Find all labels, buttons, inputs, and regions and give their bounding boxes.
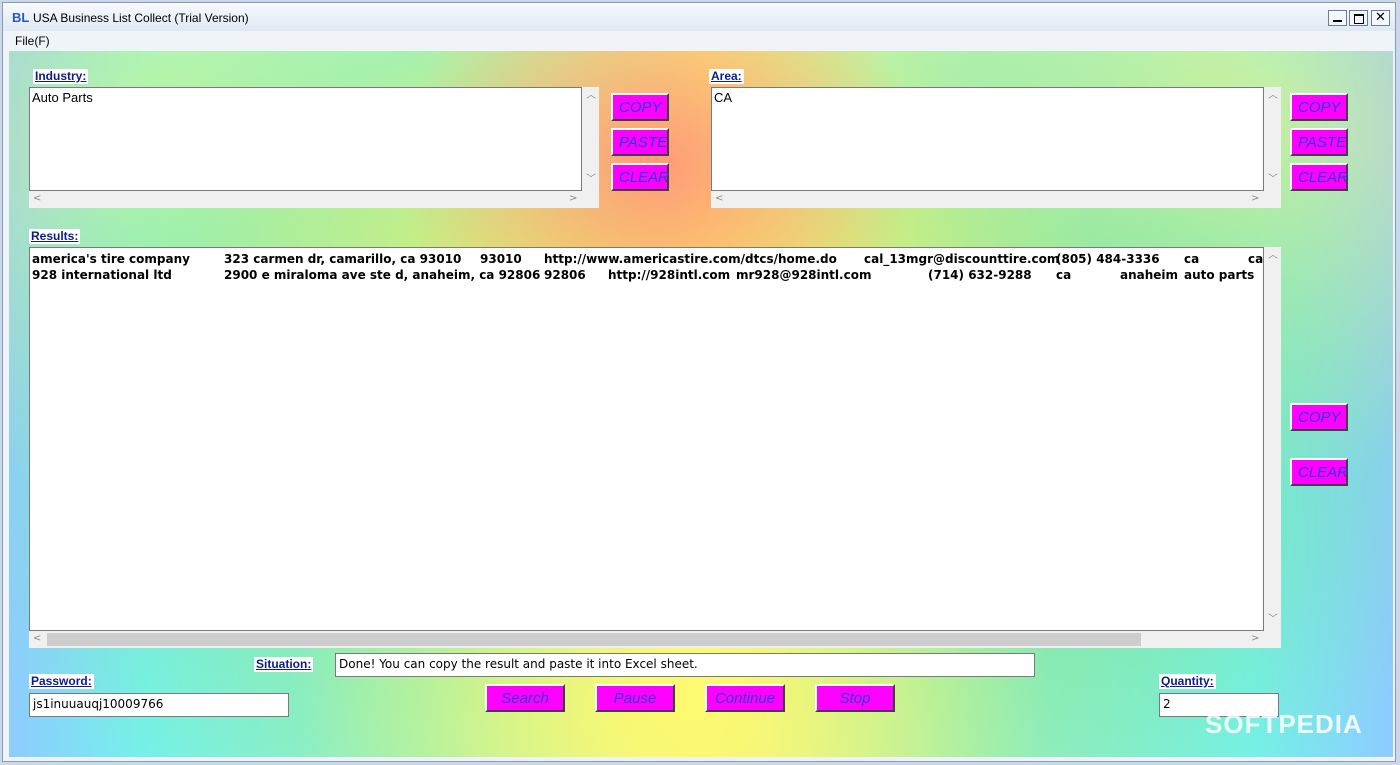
result-state: ca <box>1056 268 1072 282</box>
pause-button[interactable]: Pause <box>595 684 675 712</box>
result-state: ca <box>1184 252 1200 266</box>
results-copy-button[interactable]: COPY <box>1290 403 1348 431</box>
result-phone: (714) 632-9288 <box>928 268 1032 282</box>
menu-bar: File(F) <box>3 31 1395 51</box>
result-url: http://www.americastire.com/dtcs/home.do <box>544 252 837 266</box>
stop-button[interactable]: Stop <box>815 684 895 712</box>
area-value: CA <box>714 90 733 105</box>
window-title: USA Business List Collect (Trial Version… <box>33 11 249 25</box>
scroll-up-icon[interactable]: ︿ <box>1268 251 1278 261</box>
close-icon[interactable] <box>1371 10 1390 26</box>
results-vscroll[interactable]: ︿ ﹀ <box>1264 247 1281 631</box>
table-row: 928 international ltd 2900 e miraloma av… <box>32 268 1262 284</box>
result-name: 928 international ltd <box>32 268 172 282</box>
scroll-down-icon[interactable]: ﹀ <box>586 175 596 185</box>
result-phone: (805) 484-3336 <box>1056 252 1160 266</box>
result-address: 2900 e miraloma ave ste d, anaheim, ca 9… <box>224 268 541 282</box>
scroll-up-icon[interactable]: ︿ <box>586 91 596 101</box>
scroll-right-icon[interactable]: > <box>1251 194 1259 204</box>
result-email: cal_13mgr@discounttire.com <box>864 252 1060 266</box>
result-city: ca <box>1248 252 1264 266</box>
app-logo-icon: BL <box>12 10 30 25</box>
watermark-logo: SOFTPEDIA <box>1205 709 1363 739</box>
area-textarea[interactable]: CA <box>711 87 1264 191</box>
scroll-left-icon[interactable]: < <box>33 634 41 644</box>
area-paste-button[interactable]: PASTE <box>1290 128 1348 156</box>
results-clear-button[interactable]: CLEAR <box>1290 458 1348 486</box>
industry-textarea[interactable]: Auto Parts <box>29 87 582 191</box>
situation-field: Done! You can copy the result and paste … <box>335 653 1035 677</box>
result-zip: 93010 <box>480 252 522 266</box>
main-panel: Industry: Auto Parts ︿ ﹀ < > COPY PASTE … <box>9 51 1393 757</box>
results-textarea[interactable]: america's tire company 323 carmen dr, ca… <box>29 247 1264 631</box>
results-hscroll-thumb[interactable] <box>47 633 1141 646</box>
result-industry: auto parts <box>1184 268 1255 282</box>
maximize-icon[interactable] <box>1349 10 1368 26</box>
scroll-up-icon[interactable]: ︿ <box>1268 91 1278 101</box>
password-field[interactable]: js1inuuauqj10009766 <box>29 693 289 717</box>
results-hscroll[interactable]: < > <box>29 631 1281 648</box>
result-city: anaheim <box>1120 268 1179 282</box>
search-button[interactable]: Search <box>485 684 565 712</box>
industry-clear-button[interactable]: CLEAR <box>611 163 669 191</box>
area-label: Area: <box>709 69 744 84</box>
result-address: 323 carmen dr, camarillo, ca 93010 <box>224 252 462 266</box>
result-name: america's tire company <box>32 252 190 266</box>
quantity-label: Quantity: <box>1159 674 1216 689</box>
area-clear-button[interactable]: CLEAR <box>1290 163 1348 191</box>
result-zip: 92806 <box>544 268 586 282</box>
industry-hscroll[interactable]: < > <box>29 191 599 208</box>
industry-label: Industry: <box>33 69 89 84</box>
area-hscroll[interactable]: < > <box>711 191 1281 208</box>
scroll-right-icon[interactable]: > <box>569 194 577 204</box>
menu-file[interactable]: File(F) <box>15 34 50 48</box>
minimize-icon[interactable] <box>1328 10 1347 26</box>
area-copy-button[interactable]: COPY <box>1290 93 1348 121</box>
scroll-right-icon[interactable]: > <box>1251 634 1259 644</box>
continue-button[interactable]: Continue <box>705 684 785 712</box>
password-label: Password: <box>29 674 94 689</box>
scroll-left-icon[interactable]: < <box>33 194 41 204</box>
scroll-left-icon[interactable]: < <box>715 194 723 204</box>
result-url: http://928intl.com <box>608 268 731 282</box>
industry-value: Auto Parts <box>32 90 93 105</box>
area-vscroll[interactable]: ︿ ﹀ <box>1264 87 1281 191</box>
results-label: Results: <box>29 229 81 244</box>
industry-copy-button[interactable]: COPY <box>611 93 669 121</box>
table-row: america's tire company 323 carmen dr, ca… <box>32 252 1264 268</box>
scroll-down-icon[interactable]: ﹀ <box>1268 615 1278 625</box>
app-window: BL USA Business List Collect (Trial Vers… <box>2 2 1396 762</box>
industry-paste-button[interactable]: PASTE <box>611 128 669 156</box>
title-bar[interactable]: BL USA Business List Collect (Trial Vers… <box>3 3 1395 32</box>
industry-vscroll[interactable]: ︿ ﹀ <box>582 87 599 191</box>
result-email: mr928@928intl.com <box>736 268 872 282</box>
situation-label: Situation: <box>254 657 314 672</box>
scroll-down-icon[interactable]: ﹀ <box>1268 175 1278 185</box>
